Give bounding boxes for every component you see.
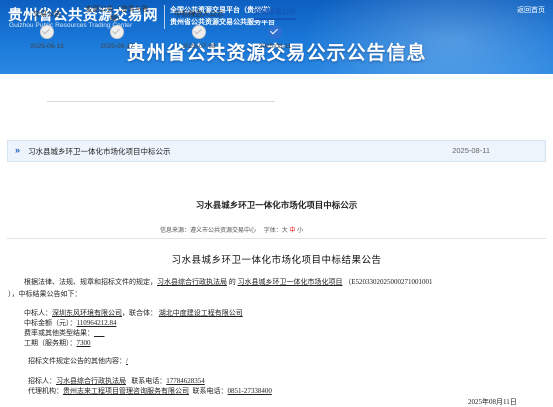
rate-line: 费率或其他类型结果：	[24, 328, 105, 338]
tenderer-name: 习水县综合行政执法局	[157, 278, 227, 286]
double-chevron-icon: »	[15, 145, 21, 155]
bid-amount: 110964212.84	[76, 319, 117, 327]
announcement-heading: 习水县城乡环卫一体化市场化项目中标结果公告	[171, 256, 382, 266]
document-title: 习水县城乡环卫一体化市场化项目中标公示	[195, 200, 358, 210]
step-transaction-notice[interactable]: 交易公告 2025-06-13	[12, 5, 82, 51]
step-label: 交易公告	[33, 10, 61, 18]
info-source: 信息来源：遵义市公共资源交易中心	[160, 228, 257, 234]
notice-title: 习水县城乡环卫一体化市场化项目中标公示	[28, 147, 171, 156]
steps-track-line	[47, 101, 275, 102]
tenderer-contact-line: 招标人：习水县综合行政执法局 联系电话：17784628354	[28, 377, 205, 385]
font-size-small-button[interactable]: 小	[297, 228, 303, 234]
home-link[interactable]: 返回首页	[517, 5, 545, 15]
sign-date: 2025年08月11日	[468, 398, 517, 406]
step-date: 2025-08-11	[258, 43, 292, 50]
winner-line: 中标人：深圳东风环境有限公司，联合体： 湖北中度建设工程有限公司	[24, 309, 243, 317]
font-size-medium-button[interactable]: 中	[289, 228, 295, 234]
font-size-label: 字体：	[263, 228, 282, 234]
step-label: 交易结果公示	[240, 5, 310, 23]
agent-phone: 0851-27338400	[227, 387, 272, 395]
service-period: 7300	[76, 339, 91, 347]
agent-contact-line: 代理机构：贵州志来工程项目管理咨询服务有限公司 联系电话：0851-273384…	[28, 387, 272, 395]
document-meta: 信息来源：遵义市公共资源交易中心 字体：大 中 小	[160, 225, 303, 234]
step-label: 中标候选人公示	[174, 10, 224, 18]
intro-paragraph: 根据法律、法规、规章和招标文件的规定，习水县综合行政执法局 的 习水县城乡环卫一…	[24, 278, 433, 286]
project-name: 习水县城乡环卫一体化市场化项目	[237, 278, 343, 286]
notice-title-bar: » 习水县城乡环卫一体化市场化项目中标公示 2025-08-11	[7, 140, 546, 162]
notice-date: 2025-08-11	[452, 146, 490, 155]
content-divider	[7, 238, 546, 239]
step-date: 2025-06-17	[100, 43, 134, 50]
step-check-icon	[110, 25, 124, 39]
tenderer-name-footer: 习水县综合行政执法局	[56, 377, 126, 385]
step-check-icon	[192, 25, 206, 39]
intro-paragraph-end: ），中标结果公告如下：	[8, 290, 82, 298]
period-line: 工期（服务期）：7300	[24, 339, 91, 347]
font-size-large-button[interactable]: 大	[282, 228, 288, 234]
process-steps	[0, 74, 553, 130]
agent-name: 贵州志来工程项目管理咨询服务有限公司	[63, 387, 189, 395]
tenderer-phone: 17784628354	[166, 377, 205, 385]
other-content-value: /	[126, 357, 128, 365]
step-result-publicity[interactable]: 交易结果公示 2025-08-11	[240, 5, 310, 50]
step-change-notice[interactable]: 变更公告（澄清与答疑） 2025-06-17	[82, 5, 152, 50]
project-code: （E5203302025000271001001	[344, 278, 433, 286]
step-date: 2025-07-08	[182, 43, 216, 50]
step-check-icon	[40, 25, 54, 39]
other-content-line: 招标文件规定公告的其他内容：/	[28, 357, 128, 365]
step-label: 变更公告（澄清与答疑）	[85, 6, 149, 22]
price-line: 中标金额（元）：110964212.84	[24, 319, 117, 327]
winner-name: 深圳东风环境有限公司	[52, 309, 122, 317]
rate-value	[94, 329, 105, 337]
step-candidate-publicity[interactable]: 中标候选人公示 2025-07-08	[164, 5, 234, 51]
step-check-icon	[268, 25, 282, 39]
step-date: 2025-06-13	[30, 43, 64, 50]
consortium-name: 湖北中度建设工程有限公司	[158, 309, 243, 317]
